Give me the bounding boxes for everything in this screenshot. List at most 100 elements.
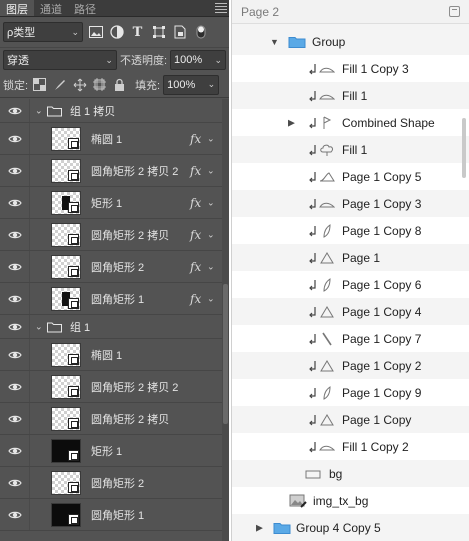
- sketch-layer-row[interactable]: Fill 1: [232, 136, 469, 163]
- fx-icon[interactable]: fx: [190, 164, 201, 178]
- layer-filter-select[interactable]: ρ类型 ⌄: [3, 22, 83, 42]
- tab-paths[interactable]: 路径: [68, 0, 102, 16]
- lock-position-icon[interactable]: [71, 76, 88, 93]
- chevron-down-icon[interactable]: ⌄: [207, 261, 215, 272]
- layer-row[interactable]: 圆角矩形 2 拷贝 2: [0, 371, 229, 403]
- fx-icon[interactable]: fx: [190, 260, 201, 274]
- layer-row[interactable]: 圆角矩形 2 拷贝 fx ⌄: [0, 219, 229, 251]
- chevron-down-icon[interactable]: ⌄: [35, 105, 43, 116]
- sketch-layer-row[interactable]: ▼ Group: [232, 28, 469, 55]
- lock-all-icon[interactable]: [111, 76, 128, 93]
- sketch-layer-row[interactable]: Page 1 Copy 6: [232, 271, 469, 298]
- smart-object-badge-icon: [68, 482, 79, 493]
- filter-shape-icon[interactable]: [150, 24, 167, 41]
- eye-icon[interactable]: [8, 104, 22, 118]
- leaf-shape-icon: [319, 385, 335, 400]
- eye-icon[interactable]: [8, 260, 22, 274]
- tab-layers[interactable]: 图层: [0, 0, 34, 16]
- filter-smart-object-icon[interactable]: [171, 24, 188, 41]
- filter-type-icon[interactable]: T: [129, 24, 146, 41]
- layer-row[interactable]: 圆角矩形 2 拷贝: [0, 403, 229, 435]
- filter-toggle-icon[interactable]: [192, 24, 209, 41]
- smart-object-badge-icon: [68, 202, 79, 213]
- sketch-layer-row[interactable]: Page 1: [232, 244, 469, 271]
- page-header[interactable]: Page 2: [232, 0, 469, 24]
- sketch-layer-row[interactable]: Fill 1 Copy 3: [232, 55, 469, 82]
- flag-shape-icon: [319, 116, 335, 130]
- sketch-layer-row[interactable]: img_tx_bg: [232, 487, 469, 514]
- folder-icon: [273, 521, 291, 534]
- layer-label: bg: [329, 466, 343, 481]
- layer-row[interactable]: 矩形 1: [0, 435, 229, 467]
- sketch-layer-row[interactable]: Page 1 Copy 8: [232, 217, 469, 244]
- lock-image-pixels-icon[interactable]: [51, 76, 68, 93]
- chevron-down-icon[interactable]: ⌄: [207, 197, 215, 208]
- eye-icon[interactable]: [8, 164, 22, 178]
- eye-icon[interactable]: [8, 444, 22, 458]
- disclosure-open-icon[interactable]: ▼: [270, 37, 279, 47]
- sketch-layer-row[interactable]: ▶ Combined Shape: [232, 109, 469, 136]
- sketch-layer-row[interactable]: Page 1 Copy: [232, 406, 469, 433]
- layer-row[interactable]: 矩形 1 fx ⌄: [0, 187, 229, 219]
- eye-icon[interactable]: [8, 412, 22, 426]
- sketch-layer-list-panel: Page 2 ▼ Group Fill 1 Copy 3 Fill 1 ▶ Combine…: [231, 0, 469, 541]
- eye-icon[interactable]: [8, 132, 22, 146]
- disclosure-closed-icon[interactable]: ▶: [288, 117, 295, 128]
- layer-row[interactable]: 椭圆 1: [0, 339, 229, 371]
- layer-row[interactable]: 圆角矩形 2: [0, 467, 229, 499]
- triangle-shape-icon: [319, 359, 335, 373]
- sketch-layer-row[interactable]: Page 1 Copy 2: [232, 352, 469, 379]
- eye-icon[interactable]: [8, 292, 22, 306]
- chevron-down-icon[interactable]: ⌄: [207, 293, 215, 304]
- layers-scrollbar[interactable]: [222, 99, 229, 541]
- sketch-layer-row[interactable]: Page 1 Copy 7: [232, 325, 469, 352]
- sketch-scrollbar[interactable]: [462, 118, 466, 178]
- chevron-down-icon[interactable]: ⌄: [207, 229, 215, 240]
- tab-channels[interactable]: 通道: [34, 0, 68, 16]
- chevron-down-icon[interactable]: ⌄: [207, 133, 215, 144]
- fx-icon[interactable]: fx: [190, 228, 201, 242]
- blend-mode-select[interactable]: 穿透 ⌄: [3, 50, 117, 70]
- panel-menu-icon[interactable]: [215, 0, 229, 16]
- layer-group-row[interactable]: ⌄ 组 1 拷贝: [0, 99, 229, 123]
- fill-field[interactable]: 100% ⌄: [163, 74, 220, 95]
- sketch-layer-row[interactable]: Fill 1: [232, 82, 469, 109]
- disclosure-closed-icon[interactable]: ▶: [256, 522, 263, 533]
- chevron-down-icon[interactable]: ⌄: [35, 321, 43, 332]
- eye-icon[interactable]: [8, 380, 22, 394]
- layer-row[interactable]: 椭圆 1 fx ⌄: [0, 123, 229, 155]
- sketch-layer-row[interactable]: Page 1 Copy 5: [232, 163, 469, 190]
- layer-group-row[interactable]: ⌄ 组 1: [0, 315, 229, 339]
- eye-icon[interactable]: [8, 348, 22, 362]
- sketch-layer-row[interactable]: Fill 1 Copy 2: [232, 433, 469, 460]
- chevron-down-icon[interactable]: ⌄: [207, 165, 215, 176]
- layer-row[interactable]: 圆角矩形 1: [0, 499, 229, 531]
- filter-row: ρ类型 ⌄ T: [0, 17, 229, 48]
- folder-icon: [288, 35, 306, 48]
- eye-icon[interactable]: [8, 320, 22, 334]
- smart-object-badge-icon: [68, 138, 79, 149]
- sketch-layer-row[interactable]: Page 1 Copy 3: [232, 190, 469, 217]
- layer-row[interactable]: 圆角矩形 2 fx ⌄: [0, 251, 229, 283]
- sketch-layer-row[interactable]: ▶ Group 4 Copy 5: [232, 514, 469, 541]
- artboard-lock-icon[interactable]: [91, 76, 108, 93]
- eye-icon[interactable]: [8, 196, 22, 210]
- fx-icon[interactable]: fx: [190, 196, 201, 210]
- eye-icon[interactable]: [8, 508, 22, 522]
- fx-icon[interactable]: fx: [190, 132, 201, 146]
- layer-row[interactable]: 圆角矩形 1 fx ⌄: [0, 283, 229, 315]
- eye-icon[interactable]: [8, 476, 22, 490]
- opacity-field[interactable]: 100% ⌄: [170, 50, 226, 70]
- layer-row[interactable]: 圆角矩形 2 拷贝 2 fx ⌄: [0, 155, 229, 187]
- filter-adjustment-icon[interactable]: [108, 24, 125, 41]
- sketch-layer-row[interactable]: Page 1 Copy 9: [232, 379, 469, 406]
- sketch-layer-row[interactable]: bg: [232, 460, 469, 487]
- sketch-layer-row[interactable]: Page 1 Copy 4: [232, 298, 469, 325]
- eye-icon[interactable]: [8, 228, 22, 242]
- filter-pixel-icon[interactable]: [87, 24, 104, 41]
- collapse-panel-icon[interactable]: [449, 6, 460, 17]
- fx-icon[interactable]: fx: [190, 292, 201, 306]
- scrollbar-thumb[interactable]: [223, 284, 228, 424]
- page-title: Page 2: [241, 4, 280, 19]
- lock-transparent-pixels-icon[interactable]: [31, 76, 48, 93]
